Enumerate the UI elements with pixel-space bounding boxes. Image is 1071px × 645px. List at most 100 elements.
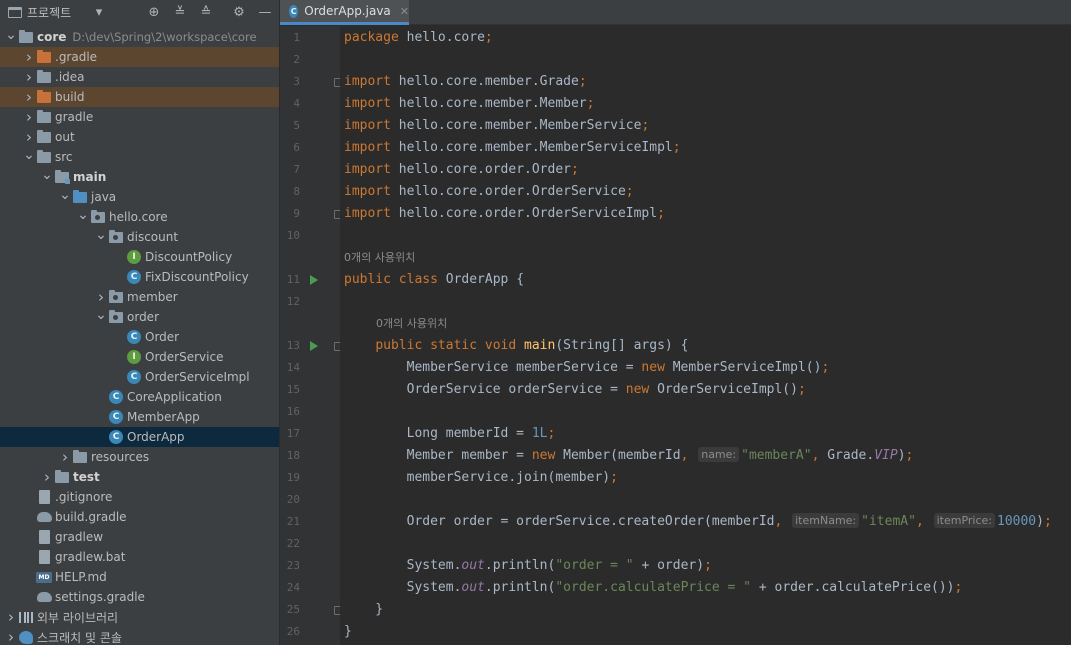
chevron-right-icon[interactable]: › (40, 467, 54, 487)
usage-hint[interactable]: 0개의 사용위치 (344, 247, 415, 269)
chevron-right-icon[interactable]: › (22, 47, 36, 67)
tree-item-label: HELP.md (55, 570, 107, 584)
code-line[interactable]: import hello.core.member.MemberServiceIm… (344, 137, 681, 159)
code-line[interactable]: } (344, 599, 383, 621)
tree-item-settings-gradle[interactable]: settings.gradle (0, 587, 279, 607)
code-line[interactable]: } (344, 621, 352, 643)
chevron-right-icon[interactable]: › (58, 447, 72, 467)
code-line[interactable]: import hello.core.order.OrderService; (344, 181, 634, 203)
code-line[interactable]: import hello.core.member.Grade; (344, 71, 587, 93)
hide-icon[interactable]: — (257, 4, 273, 20)
tree-item-build-gradle[interactable]: build.gradle (0, 507, 279, 527)
code-editor[interactable]: package hello.core; import hello.core.mem… (340, 26, 1071, 645)
package-icon (108, 227, 124, 247)
tree-item-gradle[interactable]: › gradle (0, 107, 279, 127)
code-token: 10000 (997, 514, 1037, 529)
code-line[interactable]: System.out.println("order = " + order); (344, 555, 712, 577)
tree-item-help-md[interactable]: MD HELP.md (0, 567, 279, 587)
code-line[interactable]: Long memberId = 1L; (344, 423, 556, 445)
chevron-right-icon[interactable]: › (22, 127, 36, 147)
expand-all-icon[interactable]: ≚ (172, 4, 188, 20)
tree-item-main[interactable]: ⌄ main (0, 167, 279, 187)
class-icon: C (126, 367, 142, 387)
tree-item-build[interactable]: › build (0, 87, 279, 107)
tree-item-fixdiscountpolicy[interactable]: C FixDiscountPolicy (0, 267, 279, 287)
code-line[interactable]: memberService.join(member); (344, 467, 618, 489)
chevron-right-icon[interactable]: › (94, 287, 108, 307)
tree-item-[interactable]: › 외부 라이브러리 (0, 607, 279, 627)
chevron-down-icon[interactable]: ⌄ (40, 167, 54, 187)
code-line[interactable]: System.out.println("order.calculatePrice… (344, 577, 963, 599)
chevron-right-icon[interactable]: › (22, 107, 36, 127)
tree-item-test[interactable]: › test (0, 467, 279, 487)
tree-item-src[interactable]: ⌄ src (0, 147, 279, 167)
usage-hint[interactable]: 0개의 사용위치 (376, 313, 447, 335)
code-token: ; (484, 30, 493, 45)
tree-item-label: .gradle (55, 50, 98, 64)
code-line[interactable]: package hello.core; (344, 27, 493, 49)
run-icon[interactable] (310, 275, 318, 285)
tree-item-hello-core[interactable]: ⌄ hello.core (0, 207, 279, 227)
tree-item-orderservice[interactable]: I OrderService (0, 347, 279, 367)
collapse-all-icon[interactable]: ≙ (198, 4, 214, 20)
code-line[interactable]: import hello.core.order.Order; (344, 159, 579, 181)
tree-item-label: discount (127, 230, 179, 244)
line-number: 14 (286, 361, 300, 374)
chevron-down-icon[interactable]: ⌄ (94, 307, 108, 327)
tab-orderapp[interactable]: C OrderApp.java ✕ (280, 0, 409, 25)
code-line[interactable]: Member member = new Member(memberId, nam… (344, 445, 913, 467)
line-number: 16 (286, 405, 300, 418)
line-number: 15 (286, 383, 300, 396)
editor-tab-bar: C OrderApp.java ✕ (280, 0, 1071, 25)
tree-item-java[interactable]: ⌄ java (0, 187, 279, 207)
chevron-right-icon[interactable]: › (22, 87, 36, 107)
tree-item-order[interactable]: C Order (0, 327, 279, 347)
chevron-down-icon[interactable]: ⌄ (58, 187, 72, 207)
tree-item-label: OrderService (145, 350, 224, 364)
tree-item-order[interactable]: ⌄ order (0, 307, 279, 327)
code-token: + order.calculatePrice()) (751, 580, 955, 595)
tree-item-discount[interactable]: ⌄ discount (0, 227, 279, 247)
code-line[interactable]: import hello.core.order.OrderServiceImpl… (344, 203, 665, 225)
chevron-down-icon[interactable]: ⌄ (22, 147, 36, 167)
chevron-down-icon[interactable]: ⌄ (94, 227, 108, 247)
tree-item-orderapp[interactable]: C OrderApp (0, 427, 279, 447)
tree-item-gitignore[interactable]: .gitignore (0, 487, 279, 507)
code-token: "order = " (555, 558, 634, 573)
tree-item-resources[interactable]: › resources (0, 447, 279, 467)
code-token: .println( (484, 580, 556, 595)
gear-icon[interactable]: ⚙ (231, 4, 247, 20)
tree-item-gradlew-bat[interactable]: gradlew.bat (0, 547, 279, 567)
tree-item-memberapp[interactable]: C MemberApp (0, 407, 279, 427)
code-line[interactable]: import hello.core.member.Member; (344, 93, 594, 115)
tree-item-member[interactable]: › member (0, 287, 279, 307)
chevron-right-icon[interactable]: › (4, 607, 18, 627)
tree-item-[interactable]: › 스크래치 및 콘솔 (0, 627, 279, 645)
chevron-down-icon[interactable]: ⌄ (4, 27, 18, 47)
code-line[interactable]: public static void main(String[] args) { (344, 335, 688, 357)
chevron-right-icon[interactable]: › (4, 627, 18, 645)
code-line[interactable]: Order order = orderService.createOrder(m… (344, 511, 1052, 533)
line-number: 9 (293, 207, 300, 220)
tree-item-coreapplication[interactable]: C CoreApplication (0, 387, 279, 407)
run-icon[interactable] (310, 341, 318, 351)
tree-item-out[interactable]: › out (0, 127, 279, 147)
tree-item-gradlew[interactable]: gradlew (0, 527, 279, 547)
tree-item-discountpolicy[interactable]: I DiscountPolicy (0, 247, 279, 267)
editor-gutter[interactable]: 1 2 3 4 5 6 7 8 9 10 11 12 13 14 15 16 17 18 19 20 21 22 23 24 2… (280, 26, 343, 645)
code-line[interactable]: import hello.core.member.MemberService; (344, 115, 649, 137)
chevron-right-icon[interactable]: › (22, 67, 36, 87)
tree-item-core[interactable]: ⌄ core D:\dev\Spring\2\workspace\core (0, 27, 279, 47)
tree-item-gradle[interactable]: › .gradle (0, 47, 279, 67)
code-line[interactable]: OrderService orderService = new OrderSer… (344, 379, 806, 401)
close-icon[interactable]: ✕ (400, 5, 409, 18)
code-line[interactable]: MemberService memberService = new Member… (344, 357, 830, 379)
project-panel-title[interactable]: 프로젝트 (27, 4, 71, 21)
chevron-down-icon[interactable]: ⌄ (76, 207, 90, 227)
chevron-down-icon[interactable]: ▾ (91, 4, 107, 20)
tree-item-orderserviceimpl[interactable]: C OrderServiceImpl (0, 367, 279, 387)
tree-item-idea[interactable]: › .idea (0, 67, 279, 87)
locate-icon[interactable]: ⊕ (146, 4, 162, 20)
code-line[interactable]: public class OrderApp { (344, 269, 524, 291)
